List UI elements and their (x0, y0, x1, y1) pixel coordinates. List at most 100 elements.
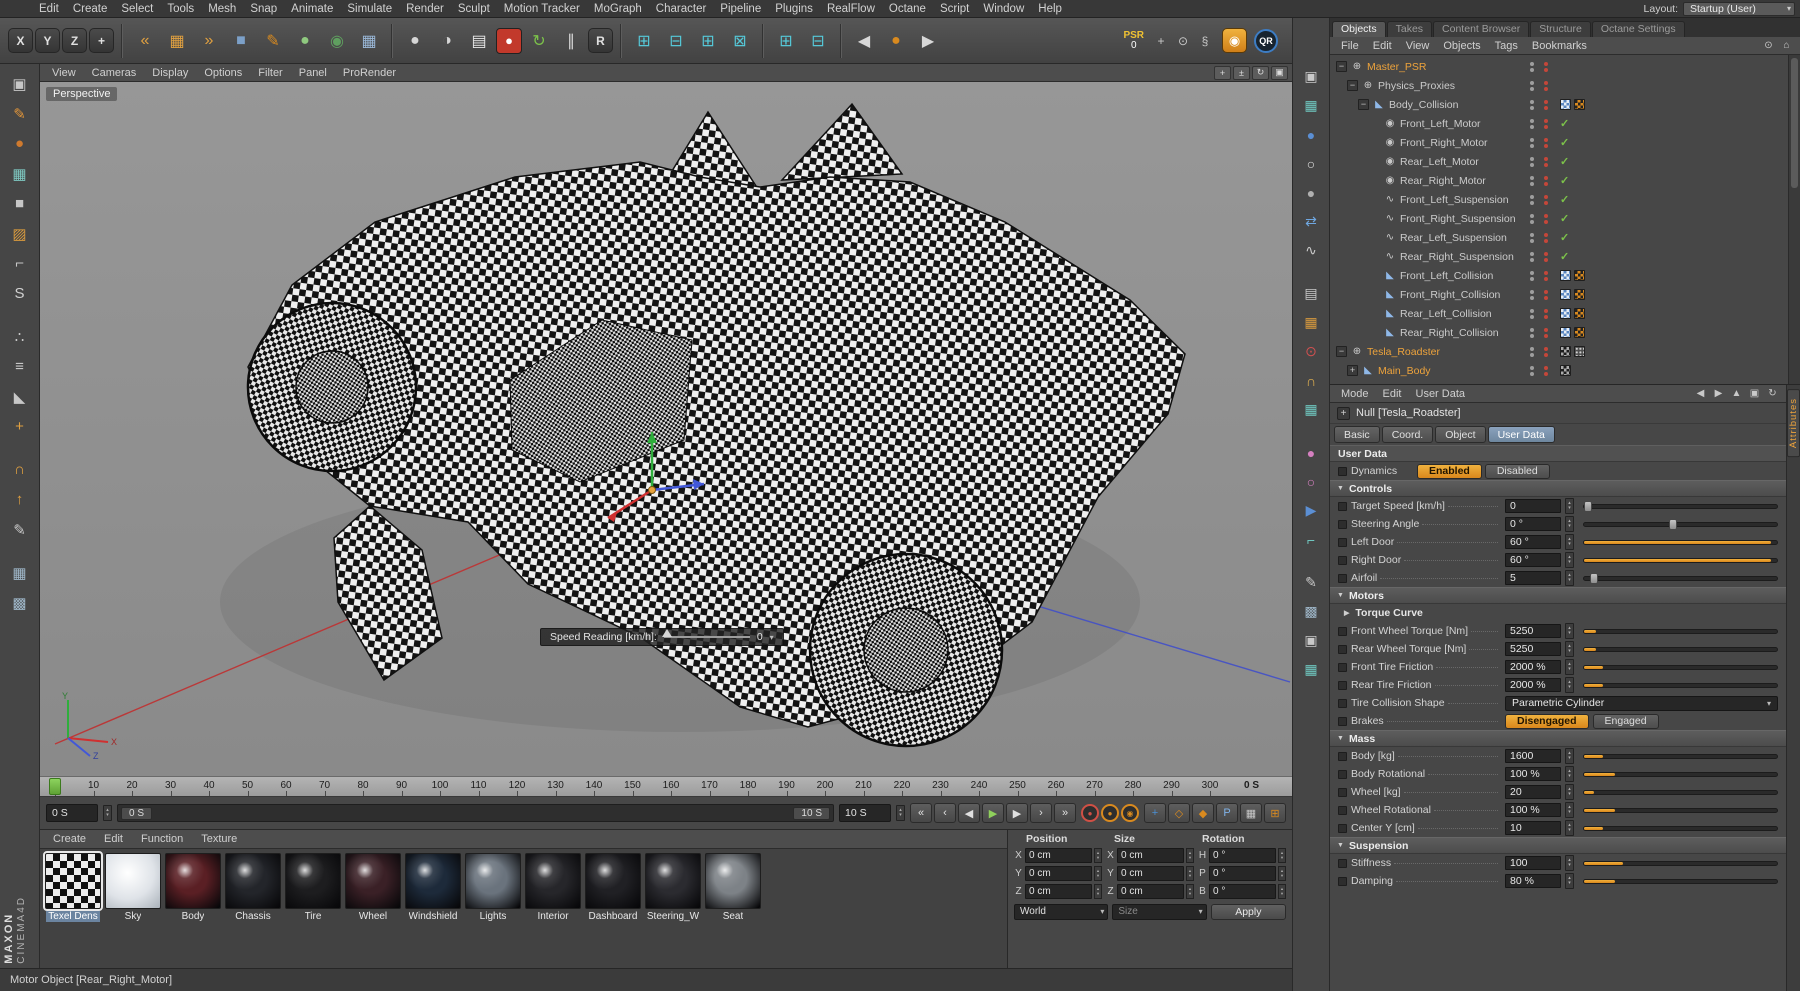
keyframe-box[interactable] (1338, 520, 1347, 529)
metaball-icon[interactable]: ● (1298, 180, 1324, 205)
nav-back-icon[interactable]: ◀ (1693, 387, 1708, 401)
param-value-field[interactable]: 100 % (1505, 803, 1561, 817)
spinner[interactable]: ▴▾ (1565, 784, 1574, 800)
texture-tag[interactable] (1560, 99, 1571, 110)
editor-visibility-dot[interactable] (1530, 62, 1534, 66)
menubar-item-octane[interactable]: Octane (882, 0, 933, 17)
texture-tag[interactable] (1574, 289, 1585, 300)
dynamics-state-dots[interactable] (1544, 347, 1548, 357)
pencil-tool-button[interactable]: ✎ (6, 516, 34, 543)
keyframe-box[interactable] (1338, 806, 1347, 815)
keyframe-box[interactable] (1338, 663, 1347, 672)
dynamics-state-dots[interactable] (1544, 290, 1548, 300)
dynamics-state-dots[interactable] (1544, 328, 1548, 338)
spinner[interactable]: ▴▾ (1565, 802, 1574, 818)
visibility-dots[interactable] (1530, 347, 1534, 357)
viewport-menu-display[interactable]: Display (144, 67, 196, 79)
sphere-primitive-icon[interactable]: ● (1298, 122, 1324, 147)
param-slider[interactable] (1583, 665, 1778, 670)
attributes-vertical-tab[interactable]: Attributes (1787, 389, 1800, 457)
visibility-dots[interactable] (1530, 62, 1534, 72)
pin-tool-button[interactable]: ↑ (6, 486, 34, 513)
render-view-button[interactable]: ● (400, 25, 430, 57)
param-value-field[interactable]: 0 (1505, 499, 1561, 513)
coords-field-size-z[interactable]: 0 cm (1117, 884, 1184, 899)
spinner[interactable]: ▴▾ (1565, 516, 1574, 532)
dynamics-state-dots[interactable] (1544, 138, 1548, 148)
texture-tag[interactable] (1574, 99, 1585, 110)
viewport-menu-cameras[interactable]: Cameras (84, 67, 145, 79)
render-visibility-dot[interactable] (1530, 144, 1534, 148)
material-interior[interactable]: Interior (524, 853, 582, 922)
lock-workplane-button[interactable]: ∩ (6, 456, 34, 483)
coords-field-size-y[interactable]: 0 cm (1117, 866, 1184, 881)
render-visibility-dot[interactable] (1530, 182, 1534, 186)
viewport-menu-filter[interactable]: Filter (250, 67, 290, 79)
expander-toggle[interactable]: − (1336, 61, 1347, 72)
menubar-item-script[interactable]: Script (933, 0, 976, 17)
play-button[interactable]: ▶ (982, 803, 1004, 823)
tree-item-main-body[interactable]: +◣Main_Body (1330, 361, 1788, 380)
om-menu-bookmarks[interactable]: Bookmarks (1525, 40, 1594, 52)
om-menu-file[interactable]: File (1334, 40, 1366, 52)
viewport-menu-prorender[interactable]: ProRender (335, 67, 404, 79)
param-value-field[interactable]: 5250 (1505, 642, 1561, 656)
spinner[interactable]: ▴▾ (1565, 820, 1574, 836)
editor-visibility-dot[interactable] (1530, 233, 1534, 237)
editor-visibility-dot[interactable] (1530, 100, 1534, 104)
qr-badge[interactable]: QR (1254, 29, 1278, 53)
dynamics-state-dots[interactable] (1544, 366, 1548, 376)
materials-menu-edit[interactable]: Edit (95, 833, 132, 845)
speed-reading-hud[interactable]: Speed Reading [km/h]: 0 ▾ (540, 628, 784, 646)
menubar-item-select[interactable]: Select (114, 0, 160, 17)
keyframe-selection-button[interactable]: ◉ (1121, 804, 1139, 822)
snapshot-toggle[interactable]: ⊞ (1264, 803, 1286, 823)
zoom-view-icon[interactable]: ± (1233, 66, 1250, 80)
menubar-item-snap[interactable]: Snap (243, 0, 284, 17)
preview-range-slider[interactable]: 0 S 10 S (117, 804, 834, 822)
material-chassis[interactable]: Chassis (224, 853, 282, 922)
coords-field-size-x[interactable]: 0 cm (1117, 848, 1184, 863)
param-slider[interactable] (1583, 558, 1778, 563)
end-frame-field[interactable]: 10 S (839, 804, 891, 822)
am-tab-coord[interactable]: Coord. (1382, 426, 1434, 443)
knife-tool[interactable]: ✎ (258, 25, 288, 57)
points-mode-button[interactable]: ∴ (6, 323, 34, 350)
texture-mode-button[interactable]: ▨ (6, 220, 34, 247)
brakes-disengaged-button[interactable]: Disengaged (1505, 714, 1589, 729)
dynamics-state-dots[interactable] (1544, 214, 1548, 224)
materials-menu-create[interactable]: Create (44, 833, 95, 845)
spinner[interactable]: ▴▾ (1186, 848, 1194, 863)
render-visibility-dot[interactable] (1530, 163, 1534, 167)
goto-prev-key-button[interactable]: ‹ (934, 803, 956, 823)
spinner[interactable]: ▴▾ (1278, 884, 1286, 899)
pla-key-toggle[interactable]: ▦ (1240, 803, 1262, 823)
spinner[interactable]: ▴▾ (1565, 855, 1574, 871)
keyframe-box[interactable] (1338, 788, 1347, 797)
param-slider[interactable] (1583, 826, 1778, 831)
spinner[interactable]: ▴▾ (1278, 848, 1286, 863)
coordinate-system-toggle[interactable]: + (89, 28, 114, 53)
material-wheel[interactable]: Wheel (344, 853, 402, 922)
visibility-dots[interactable] (1530, 328, 1534, 338)
dynamics-state-dots[interactable] (1544, 271, 1548, 281)
param-dropdown-tire-collision-shape[interactable]: Parametric Cylinder▾ (1505, 696, 1778, 711)
lock-icon[interactable]: ▣ (1747, 387, 1762, 401)
tree-item-rear-right-suspension[interactable]: ∿Rear_Right_Suspension✓ (1330, 247, 1788, 266)
visibility-dots[interactable] (1530, 119, 1534, 129)
tree-item-rear-left-collision[interactable]: ◣Rear_Left_Collision (1330, 304, 1788, 323)
visibility-dots[interactable] (1530, 233, 1534, 243)
sculpt-pen-tool[interactable]: ✎ (6, 100, 34, 127)
am-tab-user-data[interactable]: User Data (1488, 426, 1555, 443)
spinner[interactable]: ▴▾ (1565, 641, 1574, 657)
tree-item-master-psr[interactable]: −⊕Master_PSR (1330, 57, 1788, 76)
tree-item-body-collision[interactable]: −◣Body_Collision (1330, 95, 1788, 114)
material-lights[interactable]: Lights (464, 853, 522, 922)
keyframe-box[interactable] (1338, 877, 1347, 886)
psr-indicator[interactable]: PSR 0 (1123, 31, 1144, 51)
editor-visibility-dot[interactable] (1530, 157, 1534, 161)
om-tab-octane-settings[interactable]: Octane Settings (1592, 21, 1685, 37)
lattice-icon[interactable]: ▦ (1298, 397, 1324, 422)
keyframe-box[interactable] (1338, 556, 1347, 565)
render-visibility-dot[interactable] (1530, 315, 1534, 319)
